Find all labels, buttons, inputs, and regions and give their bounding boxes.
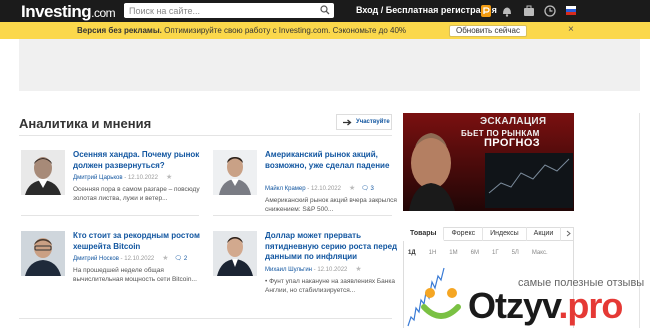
period-1m[interactable]: 1М: [449, 250, 457, 256]
auth-label: Вход / Бесплатная регистрация: [356, 5, 497, 15]
logo-text: Investing: [21, 2, 92, 21]
search-icon[interactable]: [320, 5, 330, 15]
logo-suffix: .com: [91, 6, 116, 20]
period-1w[interactable]: 1Н: [429, 250, 437, 256]
tab-commodities[interactable]: Товары: [403, 227, 445, 241]
upgrade-now-button[interactable]: Обновить сейчас: [449, 25, 527, 37]
close-icon[interactable]: ×: [568, 24, 574, 35]
period-5y[interactable]: 5Л: [512, 250, 519, 256]
portfolio-icon[interactable]: [522, 4, 536, 18]
clock-icon[interactable]: [543, 4, 557, 18]
participate-button[interactable]: Участвуйте: [336, 114, 392, 130]
video-banner[interactable]: ЭСКАЛАЦИЯ БЬЕТ ПО РЫНКАМ ПРОГНОЗ: [403, 113, 574, 211]
article-summary: На прошедшей неделе общая вычислительная…: [73, 267, 197, 283]
period-selector: 1Д 1Н 1М 6М 1Г 5Л Макс.: [408, 250, 561, 256]
period-6m[interactable]: 6М: [471, 250, 479, 256]
article-card: Кто стоит за рекордным ростом хешрейта B…: [21, 231, 201, 293]
article-summary: Американский рынок акций вчера закрылся …: [265, 197, 397, 213]
star-icon[interactable]: ★: [349, 185, 355, 192]
article-title[interactable]: Американский рынок акций, возможно, уже …: [265, 150, 398, 171]
search-input[interactable]: [124, 4, 314, 17]
divider: [639, 113, 640, 328]
watermark-logo: Otzyv.pro: [468, 285, 623, 327]
bell-icon[interactable]: [500, 4, 514, 18]
tab-forex[interactable]: Форекс: [444, 227, 484, 241]
article-author[interactable]: Михаил Шульгин: [265, 267, 312, 273]
period-1d[interactable]: 1Д: [408, 250, 416, 256]
article-date: 12.10.2022: [127, 175, 158, 181]
article-author[interactable]: Дмитрий Носков: [73, 256, 119, 262]
tab-indices[interactable]: Индексы: [483, 227, 527, 241]
comments-value: 2: [183, 256, 188, 262]
divider: [19, 135, 392, 136]
article-summary: • Фунт упал накануне на заявлениях Банка…: [265, 278, 395, 294]
article-meta: Дмитрий Носков - 12.10.2022 ★ 🗨 2: [73, 255, 188, 262]
notice-text: Версия без рекламы. Оптимизируйте свою р…: [77, 26, 406, 35]
notice-title: Версия без рекламы.: [77, 26, 162, 35]
star-icon[interactable]: ★: [162, 255, 168, 262]
article-title[interactable]: Осенняя хандра. Почему рынок должен разв…: [73, 150, 206, 171]
chevron-right-icon[interactable]: [565, 230, 572, 237]
article-author[interactable]: Майкл Крамер: [265, 186, 306, 192]
watermark-brand: Otzyv: [468, 285, 559, 326]
market-tabs: Товары Форекс Индексы Акции: [403, 227, 574, 241]
star-icon[interactable]: ★: [166, 174, 172, 181]
participate-label: Участвуйте: [356, 119, 390, 125]
comments-count[interactable]: 🗨 2: [175, 256, 188, 262]
watermark-suffix: .pro: [558, 285, 623, 326]
article-title[interactable]: Кто стоит за рекордным ростом хешрейта B…: [73, 231, 206, 252]
author-photo[interactable]: [213, 231, 257, 276]
arrow-right-icon: [343, 119, 352, 125]
article-meta: Дмитрий Царьков - 12.10.2022 ★: [73, 174, 173, 181]
site-logo[interactable]: Investing.com: [21, 2, 116, 22]
author-photo[interactable]: [213, 150, 257, 195]
article-author[interactable]: Дмитрий Царьков: [73, 175, 123, 181]
article-date: 12.10.2022: [124, 256, 155, 262]
article-meta: Михаил Шульгин - 12.10.2022 ★: [265, 266, 362, 273]
divider: [21, 215, 199, 216]
article-meta: Майкл Крамер - 12.10.2022 ★ 🗨 3: [265, 185, 374, 192]
video-headline-1: ЭСКАЛАЦИЯ: [480, 116, 547, 127]
ad-free-notice: Версия без рекламы. Оптимизируйте свою р…: [0, 22, 650, 39]
otzyv-logo-icon: [421, 288, 461, 319]
article-title[interactable]: Доллар может прервать пятидневную серию …: [265, 231, 398, 263]
period-max[interactable]: Макс.: [532, 250, 548, 256]
comments-count[interactable]: 🗨 3: [361, 186, 374, 192]
article-date: 12.10.2022: [310, 186, 341, 192]
divider: [213, 215, 392, 216]
top-navigation-bar: Investing.com Вход / Бесплатная регистра…: [0, 0, 650, 22]
author-photo[interactable]: [21, 150, 65, 195]
pro-badge-icon[interactable]: [479, 4, 493, 18]
article-card: Осенняя хандра. Почему рынок должен разв…: [21, 150, 201, 212]
russia-flag-icon[interactable]: [566, 6, 576, 15]
article-date: 12.10.2022: [317, 267, 348, 273]
star-icon[interactable]: ★: [355, 266, 361, 273]
video-thumbnail: [403, 113, 574, 211]
notice-body: Оптимизируйте свою работу с Investing.co…: [164, 26, 406, 35]
video-headline-3: ПРОГНОЗ: [484, 137, 541, 149]
ad-placeholder: [19, 39, 640, 91]
author-photo[interactable]: [21, 231, 65, 276]
login-register-link[interactable]: Вход / Бесплатная регистрация: [356, 5, 497, 15]
article-summary: Осенняя пора в самом разгаре – повсюду з…: [73, 186, 200, 202]
tab-stocks[interactable]: Акции: [527, 227, 562, 241]
article-card: Доллар может прервать пятидневную серию …: [213, 231, 397, 294]
search-box[interactable]: [124, 3, 334, 18]
divider: [19, 318, 392, 319]
article-card: Американский рынок акций, возможно, уже …: [213, 150, 397, 213]
comments-value: 3: [370, 186, 374, 192]
period-1y[interactable]: 1Г: [492, 250, 499, 256]
section-title: Аналитика и мнения: [19, 116, 152, 131]
